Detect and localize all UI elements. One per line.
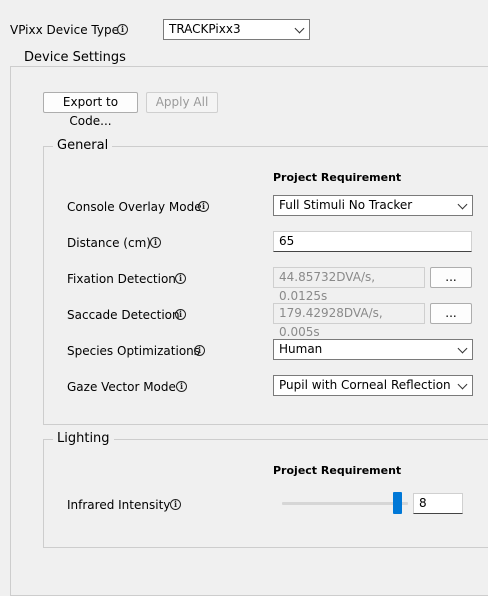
device-settings-title: Device Settings xyxy=(20,50,130,65)
fixation-detection-label: Fixation Detection xyxy=(67,272,176,286)
distance-input[interactable]: 65 xyxy=(273,231,472,252)
distance-label: Distance (cm) xyxy=(67,236,151,250)
gaze-vector-mode-value: Pupil with Corneal Reflection xyxy=(279,378,451,392)
chevron-down-icon xyxy=(294,23,305,34)
species-optimizations-info-icon[interactable]: i xyxy=(194,345,205,356)
fixation-detection-field: 44.85732DVA/s, 0.0125s xyxy=(273,267,425,303)
infrared-intensity-input[interactable]: 8 xyxy=(413,493,463,514)
saccade-detection-info-icon[interactable]: i xyxy=(175,309,186,320)
gaze-vector-mode-label: Gaze Vector Mode xyxy=(67,380,176,394)
apply-all-button[interactable]: Apply All xyxy=(146,92,218,113)
device-type-value: TRACKPixx3 xyxy=(169,22,241,36)
slider-track xyxy=(282,502,408,505)
lighting-title: Lighting xyxy=(53,431,114,446)
saccade-detection-browse-button[interactable]: ... xyxy=(430,303,472,324)
console-overlay-mode-label: Console Overlay Mode xyxy=(67,200,202,214)
console-overlay-mode-value: Full Stimuli No Tracker xyxy=(279,198,413,212)
saccade-detection-label: Saccade Detection xyxy=(67,308,180,322)
console-overlay-mode-info-icon[interactable]: i xyxy=(198,201,209,212)
general-title: General xyxy=(53,138,113,153)
fixation-detection-browse-button[interactable]: ... xyxy=(430,267,472,288)
infrared-intensity-info-icon[interactable]: i xyxy=(170,499,181,510)
general-column-header: Project Requirement xyxy=(273,171,402,184)
species-optimizations-label: Species Optimizations xyxy=(67,344,201,358)
gaze-vector-mode-select[interactable]: Pupil with Corneal Reflection xyxy=(273,375,473,396)
infrared-intensity-slider[interactable] xyxy=(282,492,408,516)
species-optimizations-select[interactable]: Human xyxy=(273,339,473,360)
device-type-info-icon[interactable]: i xyxy=(117,24,128,35)
species-optimizations-value: Human xyxy=(279,342,323,356)
infrared-intensity-label: Infrared Intensity xyxy=(67,498,171,512)
chevron-down-icon xyxy=(457,199,468,210)
device-type-label: VPixx Device Type xyxy=(10,23,119,37)
console-overlay-mode-select[interactable]: Full Stimuli No Tracker xyxy=(273,195,473,216)
slider-thumb[interactable] xyxy=(393,492,402,514)
chevron-down-icon xyxy=(457,379,468,390)
fixation-detection-info-icon[interactable]: i xyxy=(175,273,186,284)
distance-info-icon[interactable]: i xyxy=(150,237,161,248)
gaze-vector-mode-info-icon[interactable]: i xyxy=(176,381,187,392)
export-to-code-button[interactable]: Export to Code... xyxy=(43,92,138,128)
device-type-select[interactable]: TRACKPixx3 xyxy=(163,19,310,40)
lighting-column-header: Project Requirement xyxy=(273,464,402,477)
saccade-detection-field: 179.42928DVA/s, 0.005s xyxy=(273,303,425,339)
chevron-down-icon xyxy=(457,343,468,354)
